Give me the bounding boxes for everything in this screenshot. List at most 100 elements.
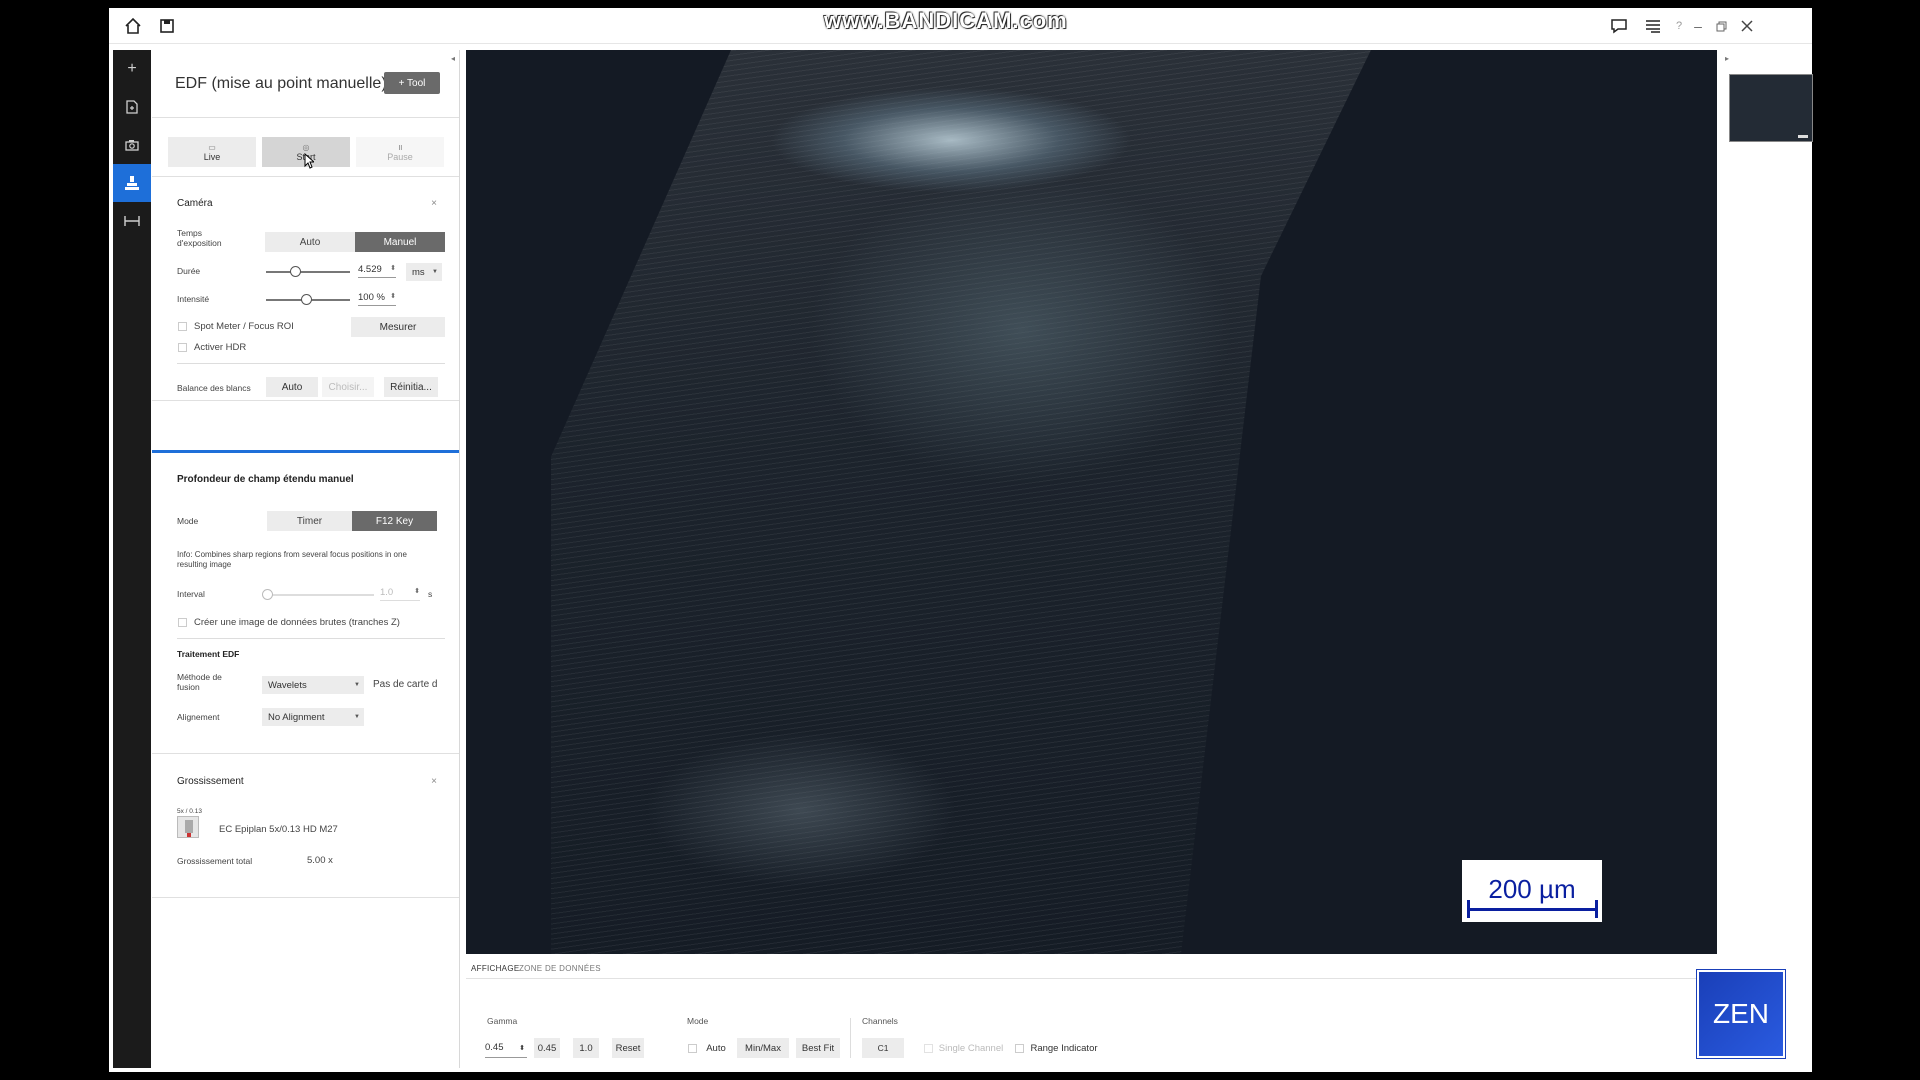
chat-icon[interactable] <box>1607 14 1631 38</box>
spin-arrows-icon[interactable]: ⬍ <box>519 1044 525 1052</box>
edf-section: Profondeur de champ étendu manuel Mode T… <box>152 454 459 754</box>
display-mode-label: Mode <box>687 1016 709 1026</box>
intensity-slider-knob[interactable] <box>301 294 313 305</box>
range-indicator-checkbox[interactable] <box>1015 1044 1024 1053</box>
duration-unit-select[interactable]: ms ▼ <box>406 263 442 281</box>
camera-section: Caméra × Temps d'exposition Auto Manuel … <box>152 178 459 401</box>
gamma-input[interactable]: 0.45 ⬍ <box>485 1038 527 1058</box>
add-icon[interactable]: + <box>113 50 151 88</box>
home-icon[interactable] <box>121 14 145 38</box>
tab-display[interactable]: AFFICHAGE <box>471 964 519 973</box>
panel-header: EDF (mise au point manuelle) + Tool ◂ <box>152 50 459 118</box>
left-toolbar: + <box>113 50 151 1068</box>
close-icon[interactable] <box>1735 14 1759 38</box>
acquisition-icon[interactable] <box>113 164 151 202</box>
interval-input[interactable]: 1.0 ⬍ <box>380 587 420 601</box>
wb-reset-button[interactable]: Réinitia... <box>384 377 438 397</box>
tab-data-zone[interactable]: ZONE DE DONNÉES <box>519 964 601 973</box>
pause-button[interactable]: ॥ Pause <box>356 137 444 167</box>
chevron-down-icon: ▼ <box>354 682 360 688</box>
tool-panel: EDF (mise au point manuelle) + Tool ◂ ▭ … <box>152 50 460 1068</box>
close-section-icon[interactable]: × <box>431 776 437 787</box>
alignment-value: No Alignment <box>268 711 325 723</box>
spin-arrows-icon[interactable]: ⬍ <box>390 292 396 300</box>
duration-slider-knob[interactable] <box>290 266 302 277</box>
save-icon[interactable] <box>155 14 179 38</box>
wb-choose-button[interactable]: Choisir... <box>322 377 374 397</box>
exposure-manual-option[interactable]: Manuel <box>355 232 445 252</box>
divider <box>177 638 445 639</box>
fusion-label: Méthode de fusion <box>177 672 222 692</box>
duration-unit-value: ms <box>412 266 425 278</box>
expand-icon[interactable]: ▸ <box>1725 54 1729 63</box>
best-fit-button[interactable]: Best Fit <box>796 1038 840 1058</box>
duration-slider[interactable] <box>266 271 350 273</box>
measure-icon[interactable] <box>113 202 151 240</box>
single-channel-checkbox[interactable] <box>924 1044 933 1053</box>
gamma-preset-045-button[interactable]: 0.45 <box>534 1038 560 1058</box>
zen-app-window: www.BANDICAM.com ? – + EDF (mise au poin… <box>109 8 1813 1072</box>
range-indicator-label: Range Indicator <box>1030 1042 1098 1054</box>
duration-label: Durée <box>177 266 201 276</box>
menu-icon[interactable] <box>1641 14 1665 38</box>
close-section-icon[interactable]: × <box>431 198 437 209</box>
spin-arrows-icon[interactable]: ⬍ <box>414 587 420 595</box>
intensity-value: 100 % <box>358 292 385 303</box>
raw-data-checkbox[interactable] <box>178 618 187 627</box>
objective-icon[interactable] <box>177 816 199 838</box>
exposure-auto-option[interactable]: Auto <box>265 232 355 252</box>
restore-icon[interactable] <box>1709 14 1733 38</box>
scale-bar-tick <box>1467 900 1470 918</box>
interval-slider[interactable] <box>264 594 374 596</box>
single-channel-label: Single Channel <box>938 1042 1004 1054</box>
image-viewer[interactable]: 200 µm <box>466 50 1717 954</box>
edf-info-text: Info: Combines sharp regions from severa… <box>177 550 407 569</box>
edf-mode-label: Mode <box>177 516 199 526</box>
intensity-input[interactable]: 100 % ⬍ <box>358 292 396 306</box>
pause-icon: ॥ <box>397 142 403 152</box>
raw-data-label: Créer une image de données brutes (tranc… <box>194 617 400 628</box>
auto-checkbox[interactable] <box>688 1044 697 1053</box>
fusion-method-select[interactable]: Wavelets ▼ <box>262 676 364 694</box>
divider <box>177 363 445 364</box>
gamma-preset-1-button[interactable]: 1.0 <box>573 1038 599 1058</box>
scale-bar-tick <box>1595 900 1598 918</box>
measure-button[interactable]: Mesurer <box>351 317 445 337</box>
scale-bar-line <box>1468 908 1596 911</box>
collapse-icon[interactable]: ◂ <box>451 54 455 63</box>
tab-divider <box>466 978 1717 979</box>
scale-bar: 200 µm <box>1462 860 1602 922</box>
chevron-down-icon: ▼ <box>354 714 360 720</box>
minimize-icon[interactable]: – <box>1686 14 1710 38</box>
magnification-section: Grossissement × 5x / 0.13 EC Epiplan 5x/… <box>152 756 459 898</box>
channel-c1-button[interactable]: C1 <box>862 1038 904 1058</box>
interval-label: Interval <box>177 589 205 599</box>
exposure-mode-toggle[interactable]: Auto Manuel <box>265 232 445 252</box>
magnification-title: Grossissement <box>177 776 244 787</box>
duration-input[interactable]: 4.529 ⬍ <box>358 264 396 278</box>
live-button[interactable]: ▭ Live <box>168 137 256 167</box>
image-thumbnail[interactable] <box>1729 74 1813 142</box>
document-icon[interactable] <box>113 88 151 126</box>
spot-meter-checkbox[interactable] <box>178 322 187 331</box>
hdr-label: Activer HDR <box>194 342 247 353</box>
spin-arrows-icon[interactable]: ⬍ <box>390 264 396 272</box>
scale-bar-label: 200 µm <box>1488 874 1576 904</box>
processing-title: Traitement EDF <box>177 649 240 659</box>
alignment-select[interactable]: No Alignment ▼ <box>262 708 364 726</box>
gamma-reset-button[interactable]: Reset <box>612 1038 644 1058</box>
hdr-checkbox[interactable] <box>178 343 187 352</box>
exposure-label: Temps d'exposition <box>177 228 222 248</box>
spot-meter-label: Spot Meter / Focus ROI <box>194 321 294 332</box>
mode-f12-option[interactable]: F12 Key <box>352 511 437 531</box>
mode-timer-option[interactable]: Timer <box>267 511 352 531</box>
chevron-down-icon: ▼ <box>432 269 438 275</box>
minmax-button[interactable]: Min/Max <box>737 1038 789 1058</box>
add-tool-button[interactable]: + Tool <box>384 72 440 94</box>
camera-title: Caméra <box>177 198 213 209</box>
start-icon: ◎ <box>302 142 310 152</box>
interval-slider-knob[interactable] <box>262 589 273 600</box>
camera-icon[interactable] <box>113 126 151 164</box>
edf-mode-toggle[interactable]: Timer F12 Key <box>267 511 437 531</box>
wb-auto-button[interactable]: Auto <box>266 377 318 397</box>
